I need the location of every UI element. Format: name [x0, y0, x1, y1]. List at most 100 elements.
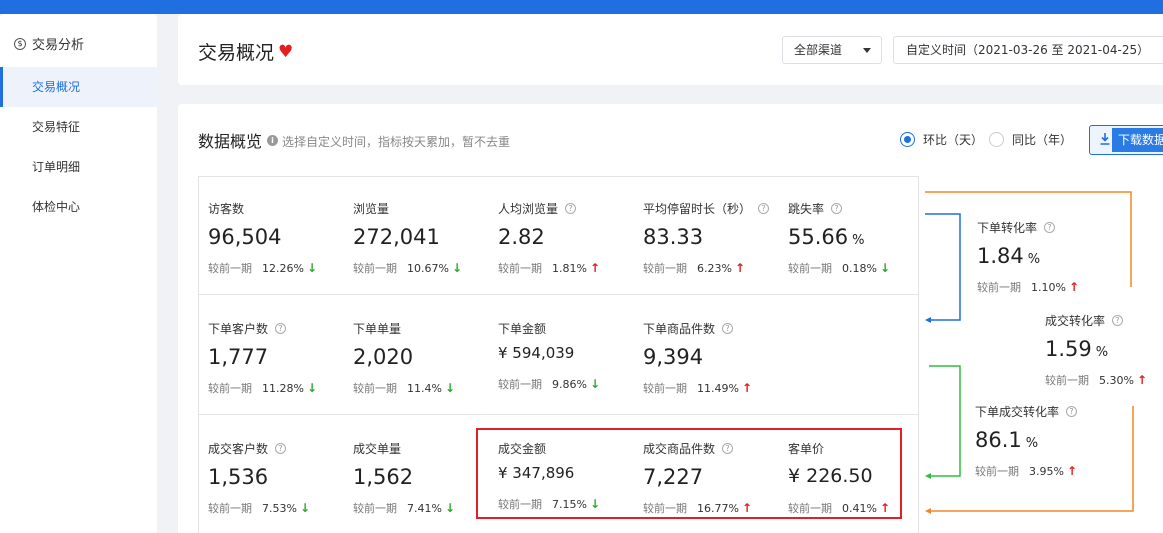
header-card: 交易概况 ♥ 全部渠道 自定义时间（2021-03-26 至 2021-04-2…	[178, 14, 1163, 85]
radio-yoy-label[interactable]: 同比（年）	[1012, 131, 1072, 148]
metric-compare: 较前一期 11.4% ↓	[353, 381, 456, 395]
metric-compare: 较前一期 1.81% ↑	[498, 261, 601, 275]
metric-deal-customers: 成交客户数? 1,536 较前一期 7.53% ↓	[208, 440, 348, 516]
arrow-down-icon: ↓	[306, 261, 318, 275]
arrow-down-icon: ↓	[879, 261, 891, 275]
overview-card: 数据概览 i 选择自定义时间，指标按天累加，暂不去重 环比（天） 同比（年） 下…	[178, 104, 1163, 533]
channel-select[interactable]: 全部渠道	[782, 36, 882, 64]
metric-value: 83.33	[643, 225, 704, 249]
metric-pct: 6.23%	[697, 261, 732, 275]
heart-icon[interactable]: ♥	[278, 42, 293, 62]
metric-deal-count: 成交单量 1,562 较前一期 7.41% ↓	[353, 440, 493, 516]
help-icon[interactable]: ?	[565, 202, 577, 214]
help-icon[interactable]: ?	[1066, 405, 1078, 417]
section-title: 数据概览	[198, 132, 263, 151]
section-hint: 选择自定义时间，指标按天累加，暂不去重	[282, 135, 511, 149]
arrow-down-icon: ↓	[444, 501, 456, 515]
metric-pct: 3.95%	[1029, 464, 1064, 478]
metric-label: 访客数	[208, 201, 245, 216]
metric-value: 9,394	[643, 345, 704, 369]
metric-pageviews: 浏览量 272,041 较前一期 10.67% ↓	[353, 200, 493, 276]
metric-pct: 1.10%	[1031, 280, 1066, 294]
sidebar-item-checkup[interactable]: 体检中心	[0, 187, 157, 227]
channel-select-value: 全部渠道	[794, 43, 843, 57]
metric-compare: 较前一期 0.18% ↓	[788, 261, 891, 275]
sidebar-item-label: 订单明细	[32, 160, 81, 174]
metric-label: 下单商品件数?	[643, 320, 783, 336]
metric-label: 成交转化率?	[1045, 312, 1163, 328]
download-button[interactable]: 下载数据	[1089, 125, 1163, 155]
sidebar: $ 交易分析 交易概况 交易特征 订单明细 体检中心	[0, 14, 157, 533]
help-icon[interactable]: ?	[758, 202, 770, 214]
sidebar-header: $ 交易分析	[14, 34, 84, 53]
info-icon[interactable]: i	[267, 135, 278, 146]
sidebar-item-label: 交易概况	[32, 80, 81, 94]
highlight-box	[476, 428, 902, 519]
metric-label: 平均停留时长（秒）?	[643, 200, 783, 216]
sidebar-item-features[interactable]: 交易特征	[0, 107, 157, 147]
metric-value: ¥ 594,039	[498, 344, 575, 362]
arrow-up-icon: ↑	[741, 381, 753, 395]
metric-compare: 较前一期 1.10% ↑	[977, 280, 1080, 294]
metric-value: 86.1%	[975, 428, 1039, 452]
radio-mom-label[interactable]: 环比（天）	[923, 131, 983, 148]
help-icon[interactable]: ?	[275, 322, 287, 334]
metric-order-items: 下单商品件数? 9,394 较前一期 11.49% ↑	[643, 320, 783, 396]
metric-compare: 较前一期 3.95% ↑	[975, 464, 1078, 478]
metric-visitors: 访客数 96,504 较前一期 12.26% ↓	[208, 200, 348, 276]
page-title: 交易概况 ♥	[198, 38, 293, 65]
sidebar-item-overview[interactable]: 交易概况	[0, 67, 157, 107]
metric-pct: 11.28%	[262, 381, 304, 395]
metric-pct: 9.86%	[552, 377, 587, 391]
metric-compare: 较前一期 11.28% ↓	[208, 381, 318, 395]
arrow-down-icon: ↓	[444, 381, 456, 395]
download-icon	[1100, 133, 1110, 145]
metric-value: 272,041	[353, 225, 440, 249]
metric-order-customers: 下单客户数? 1,777 较前一期 11.28% ↓	[208, 320, 348, 396]
date-range-picker[interactable]: 自定义时间（2021-03-26 至 2021-04-25）	[893, 36, 1163, 64]
help-icon[interactable]: ?	[722, 322, 734, 334]
metric-compare: 较前一期 9.86% ↓	[498, 377, 601, 391]
metric-pct: 11.49%	[697, 381, 739, 395]
row-divider	[199, 414, 918, 415]
metric-pct: 0.18%	[842, 261, 877, 275]
sidebar-item-orders[interactable]: 订单明细	[0, 147, 157, 187]
metric-pct: 11.4%	[407, 381, 442, 395]
metric-order-amount: 下单金额 ¥ 594,039 较前一期 9.86% ↓	[498, 320, 638, 392]
metric-compare: 较前一期 10.67% ↓	[353, 261, 463, 275]
help-icon[interactable]: ?	[1112, 314, 1124, 326]
metric-compare: 较前一期 5.30% ↑	[1045, 373, 1148, 387]
metric-deal-conversion: 成交转化率? 1.59% 较前一期 5.30% ↑	[1045, 312, 1163, 388]
metric-pct: 10.67%	[407, 261, 449, 275]
radio-yoy[interactable]	[989, 132, 1004, 147]
row-divider	[199, 294, 918, 295]
help-icon[interactable]: ?	[831, 202, 843, 214]
arrow-down-icon: ↓	[589, 377, 601, 391]
metric-value: 96,504	[208, 225, 282, 249]
metric-compare: 较前一期 7.41% ↓	[353, 501, 456, 515]
metric-label: 浏览量	[353, 201, 390, 216]
metric-compare: 较前一期 6.23% ↑	[643, 261, 746, 275]
metric-label: 下单成交转化率?	[975, 403, 1115, 419]
metric-value: 1,536	[208, 465, 269, 489]
metric-value: 1,777	[208, 345, 269, 369]
arrow-down-icon: ↓	[299, 501, 311, 515]
date-range-value: 自定义时间（2021-03-26 至 2021-04-25）	[906, 43, 1150, 57]
metric-value: 1.84%	[977, 244, 1041, 268]
arrow-up-icon: ↑	[1066, 464, 1078, 478]
coin-icon: $	[14, 37, 26, 50]
metric-pct: 5.30%	[1099, 373, 1134, 387]
metric-compare: 较前一期 12.26% ↓	[208, 261, 318, 275]
radio-mom[interactable]	[900, 132, 915, 147]
metric-compare: 较前一期 11.49% ↑	[643, 381, 753, 395]
metric-pct: 7.53%	[262, 501, 297, 515]
metric-value: 1.59%	[1045, 337, 1109, 361]
metric-order-deal-conversion: 下单成交转化率? 86.1% 较前一期 3.95% ↑	[975, 403, 1115, 479]
chevron-down-icon	[863, 48, 871, 53]
arrow-up-icon: ↑	[1068, 280, 1080, 294]
metric-pct: 12.26%	[262, 261, 304, 275]
metric-label: 人均浏览量?	[498, 200, 638, 216]
metric-avg-stay: 平均停留时长（秒）? 83.33 较前一期 6.23% ↑	[643, 200, 783, 276]
help-icon[interactable]: ?	[275, 442, 287, 454]
help-icon[interactable]: ?	[1044, 221, 1056, 233]
